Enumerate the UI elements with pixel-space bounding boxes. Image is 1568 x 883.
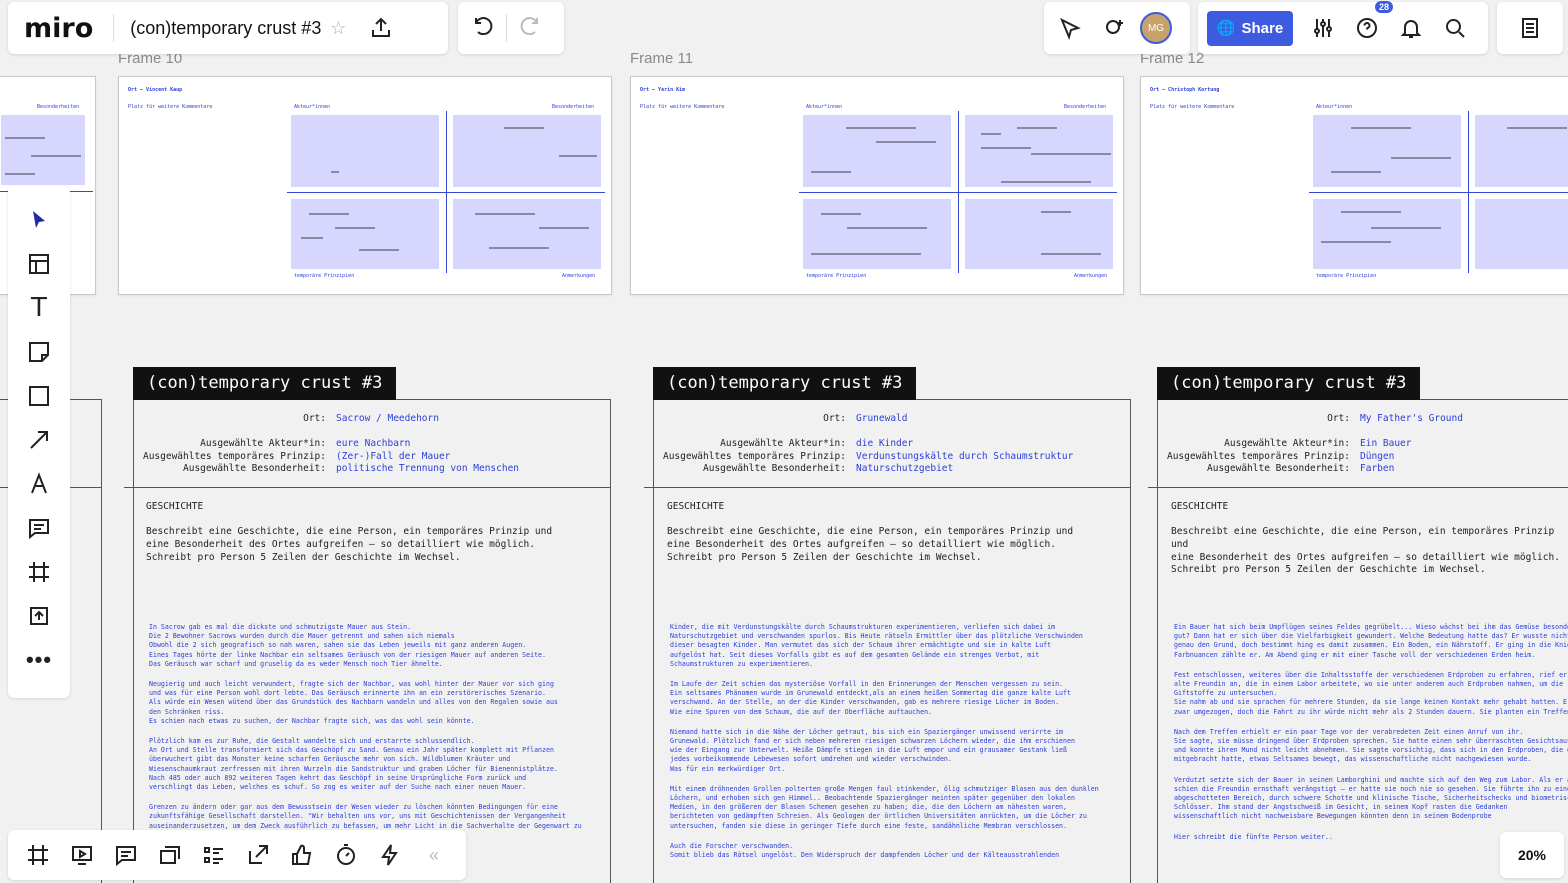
shape-icon[interactable] bbox=[17, 374, 61, 418]
share-screen-icon[interactable] bbox=[236, 833, 280, 877]
sticky-note-icon[interactable] bbox=[17, 330, 61, 374]
frame-kommentare: Platz für weitere Kommentare bbox=[1150, 104, 1235, 110]
frames-icon[interactable] bbox=[16, 833, 60, 877]
ort-value: Grunewald bbox=[856, 413, 908, 424]
share-button[interactable]: 🌐 Share bbox=[1207, 10, 1293, 46]
card-tag: (con)temporary crust #3 bbox=[1157, 367, 1421, 400]
instruction-text: Beschreibt eine Geschichte, die eine Per… bbox=[667, 526, 1074, 563]
lightning-icon[interactable] bbox=[368, 833, 412, 877]
cards-icon[interactable] bbox=[148, 833, 192, 877]
frame-11[interactable]: Ort – Yerin Kim Platz für weitere Kommen… bbox=[630, 76, 1124, 295]
frame-akteure: Akteur*innen bbox=[806, 104, 843, 110]
pen-icon[interactable] bbox=[17, 462, 61, 506]
frame-11-label[interactable]: Frame 11 bbox=[630, 50, 693, 67]
zoom-control[interactable]: 20% bbox=[1500, 832, 1564, 878]
globe-icon: 🌐 bbox=[1216, 20, 1236, 37]
geschichte-heading: GESCHICHTE bbox=[1171, 501, 1229, 512]
frame-12[interactable]: Ort – Christoph Kortung Platz für weiter… bbox=[1140, 76, 1568, 295]
card-tag: (con)temporary crust #3 bbox=[653, 367, 917, 400]
add-collaborator-icon[interactable] bbox=[1092, 6, 1136, 50]
export-icon[interactable] bbox=[359, 6, 403, 50]
prinzip-value: (Zer-)Fall der Mauer bbox=[336, 450, 451, 462]
search-icon[interactable] bbox=[1433, 6, 1477, 50]
document-icon[interactable] bbox=[1508, 6, 1552, 50]
frame-10[interactable]: Ort – Vincent Kaup Platz für weitere Kom… bbox=[118, 76, 612, 295]
frame-prinzipien: temporäre Prinzipien bbox=[294, 273, 355, 279]
card-meta: Ort: My Father's Ground Ausgewählte Akteu… bbox=[1166, 413, 1463, 475]
collab-bar: MG bbox=[1044, 2, 1190, 54]
settings-sliders-icon[interactable] bbox=[1301, 6, 1345, 50]
ort-value: My Father's Ground bbox=[1360, 413, 1463, 424]
upload-icon[interactable] bbox=[17, 594, 61, 638]
arrow-icon[interactable] bbox=[17, 418, 61, 462]
board-header: miro (con)temporary crust #3 ☆ bbox=[8, 2, 448, 54]
frame-besonderheiten: Besonderheiten bbox=[1064, 104, 1107, 110]
ort-value: Sacrow / Meedehorn bbox=[336, 413, 439, 424]
text-icon[interactable]: T bbox=[17, 286, 61, 330]
instruction-text: Beschreibt eine Geschichte, die eine Per… bbox=[1171, 526, 1560, 576]
geschichte-heading: GESCHICHTE bbox=[667, 501, 725, 512]
thumbs-up-icon[interactable] bbox=[280, 833, 324, 877]
avatar-initials: MG bbox=[1147, 22, 1165, 34]
frame-heading-besonderheiten: Besonderheiten bbox=[37, 104, 80, 110]
frame-anmerkungen: Anmerkungen bbox=[1074, 273, 1108, 279]
frame-ort: Ort – Yerin Kim bbox=[640, 87, 686, 93]
star-icon[interactable]: ☆ bbox=[321, 6, 355, 50]
notifications-badge: 28 bbox=[1374, 1, 1393, 13]
undo-icon[interactable] bbox=[462, 6, 506, 50]
besonder-value: Naturschutzgebiet bbox=[856, 463, 954, 475]
frame-anmerkungen: Anmerkungen bbox=[562, 273, 596, 279]
more-icon[interactable]: ••• bbox=[17, 638, 61, 682]
templates-icon[interactable] bbox=[17, 242, 61, 286]
akteur-value: Ein Bauer bbox=[1360, 437, 1412, 449]
frame-akteure: Akteur*innen bbox=[1316, 104, 1353, 110]
bottom-toolbar: « bbox=[8, 830, 466, 880]
redo-icon[interactable] bbox=[507, 6, 551, 50]
avatar[interactable]: MG bbox=[1140, 12, 1172, 44]
undo-redo-bar bbox=[458, 2, 564, 54]
left-toolbar: T ••• bbox=[8, 186, 70, 698]
comments-icon[interactable] bbox=[104, 833, 148, 877]
frame-kommentare: Platz für weitere Kommentare bbox=[640, 104, 725, 110]
board-title[interactable]: (con)temporary crust #3 bbox=[130, 18, 321, 39]
frame-akteure: Akteur*innen bbox=[294, 104, 331, 110]
frame-prinzipien: temporäre Prinzipien bbox=[806, 273, 867, 279]
story-text[interactable]: In Sacrow gab es mal die dickste und sch… bbox=[149, 623, 605, 833]
comment-icon[interactable] bbox=[17, 506, 61, 550]
akteur-value: eure Nachbarn bbox=[336, 437, 411, 449]
prinzip-value: Düngen bbox=[1360, 450, 1395, 462]
help-icon[interactable]: 28 bbox=[1345, 1, 1393, 50]
frame-ort: Ort – Christoph Kortung bbox=[1150, 87, 1220, 93]
besonder-value: politische Trennung von Menschen bbox=[336, 463, 520, 475]
card-meta: Ort: Sacrow / Meedehorn Ausgewählte Akteu… bbox=[142, 413, 520, 475]
frame-prinzipien: temporäre Prinzipien bbox=[1316, 273, 1377, 279]
story-text[interactable]: Kinder, die mit Verdunstungskälte durch … bbox=[670, 623, 1125, 883]
timer-icon[interactable] bbox=[324, 833, 368, 877]
main-toolbar-right: 🌐 Share 28 bbox=[1198, 1, 1488, 54]
miro-logo[interactable]: miro bbox=[24, 13, 93, 44]
board-menu-bar bbox=[1497, 2, 1563, 54]
select-cursor-icon[interactable] bbox=[17, 198, 61, 242]
present-icon[interactable] bbox=[60, 833, 104, 877]
list-icon[interactable] bbox=[192, 833, 236, 877]
bell-icon[interactable] bbox=[1389, 6, 1433, 50]
card-tag: (con)temporary crust #3 bbox=[133, 367, 397, 400]
besonder-value: Farben bbox=[1360, 463, 1395, 475]
collapse-icon[interactable]: « bbox=[412, 833, 456, 877]
frame-icon[interactable] bbox=[17, 550, 61, 594]
frame-ort: Ort – Vincent Kaup bbox=[128, 87, 183, 93]
prinzip-value: Verdunstungskälte durch Schaumstruktur bbox=[856, 450, 1074, 462]
cursor-flag-icon[interactable] bbox=[1048, 6, 1092, 50]
card-meta: Ort: Grunewald Ausgewählte Akteur*in: die … bbox=[662, 413, 1074, 475]
geschichte-heading: GESCHICHTE bbox=[146, 501, 204, 512]
akteur-value: die Kinder bbox=[856, 437, 914, 449]
zoom-level: 20% bbox=[1517, 847, 1547, 863]
frame-kommentare: Platz für weitere Kommentare bbox=[128, 104, 213, 110]
frame-besonderheiten: Besonderheiten bbox=[552, 104, 595, 110]
instruction-text: Beschreibt eine Geschichte, die eine Per… bbox=[146, 526, 553, 563]
